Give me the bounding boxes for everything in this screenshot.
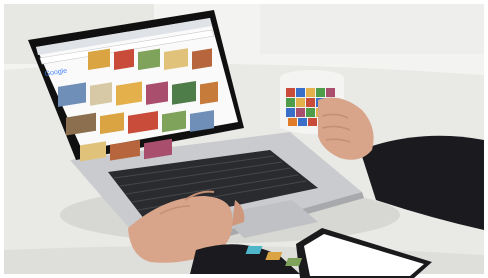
thumbnail [138, 48, 160, 71]
thumbnail [90, 82, 112, 106]
thumbnail [116, 81, 142, 106]
phone-app-thumbnail [245, 246, 263, 254]
thumbnail [200, 81, 218, 105]
thumbnail [114, 48, 134, 70]
thumbnail [172, 80, 196, 105]
thumbnail [146, 81, 168, 105]
photo-scene: Google [0, 0, 488, 278]
wall-panel-right [260, 4, 484, 54]
phone-app-thumbnail [285, 258, 303, 266]
thumbnail [190, 110, 214, 132]
thumbnail [164, 48, 188, 71]
thumbnail [162, 110, 186, 133]
thumbnail [192, 48, 212, 70]
thumbnail [88, 48, 110, 71]
thumbnail [100, 112, 124, 135]
phone-app-thumbnail [265, 252, 283, 260]
